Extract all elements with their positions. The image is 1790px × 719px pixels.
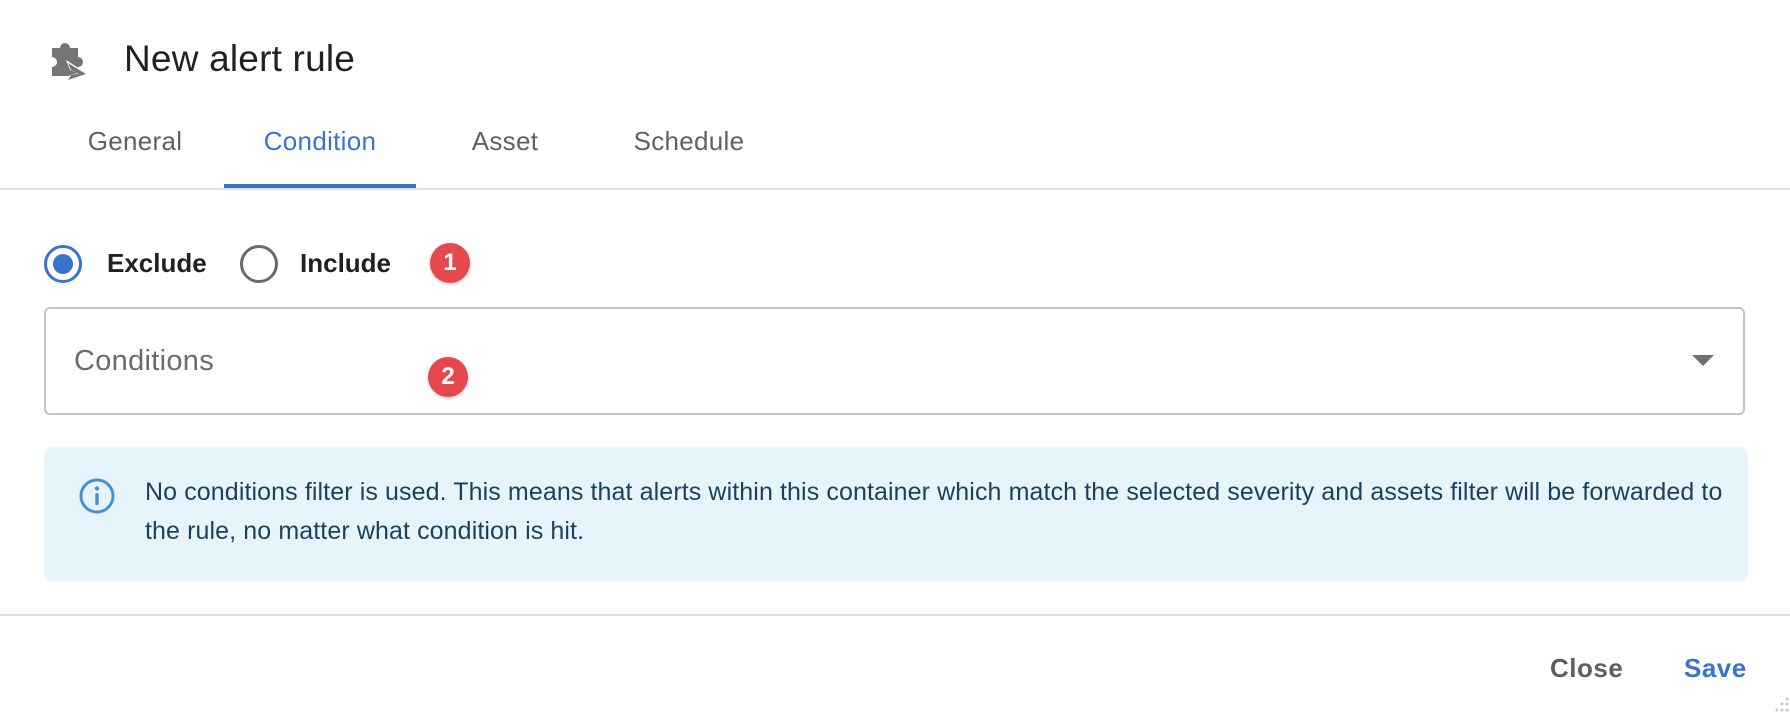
radio-dot: [53, 254, 73, 274]
tabs-divider: [0, 188, 1790, 190]
tab-bar: General Condition Asset Schedule: [0, 110, 1790, 188]
resize-handle-icon[interactable]: [1770, 694, 1790, 714]
info-alert: No conditions filter is used. This means…: [44, 447, 1748, 581]
conditions-select-placeholder: Conditions: [74, 345, 215, 377]
radio-include-label[interactable]: Include: [300, 241, 391, 285]
radio-ring: [240, 245, 278, 283]
tab-general[interactable]: General: [60, 110, 210, 188]
radio-exclude-label[interactable]: Exclude: [107, 241, 207, 285]
radio-exclude[interactable]: [42, 243, 82, 283]
save-button[interactable]: Save: [1684, 648, 1747, 688]
annotation-badge-2: 2: [428, 357, 468, 397]
info-icon: [78, 477, 116, 515]
close-button[interactable]: Close: [1550, 648, 1623, 688]
info-message: No conditions filter is used. This means…: [145, 478, 1723, 545]
tab-schedule[interactable]: Schedule: [600, 110, 778, 188]
dialog-title: New alert rule: [124, 38, 356, 79]
conditions-select[interactable]: Conditions: [44, 307, 1745, 415]
tab-asset[interactable]: Asset: [440, 110, 570, 188]
tab-condition[interactable]: Condition: [224, 110, 416, 188]
radio-include[interactable]: [238, 243, 278, 283]
annotation-badge-1: 1: [430, 243, 470, 283]
chevron-down-icon[interactable]: [1692, 355, 1714, 366]
alert-rule-icon: [48, 38, 92, 82]
footer-divider: [0, 614, 1790, 616]
